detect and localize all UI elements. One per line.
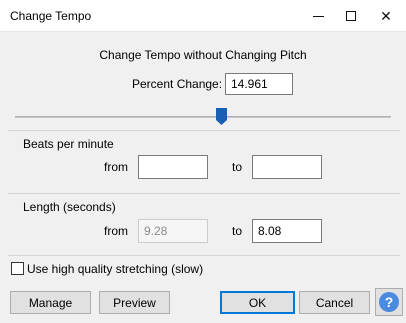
length-seconds-group: Length (seconds): [8, 193, 400, 214]
length-from-input: [138, 219, 208, 243]
length-to-label: to: [232, 224, 243, 238]
high-quality-checkbox[interactable]: [11, 262, 24, 275]
bpm-to-label: to: [232, 160, 243, 174]
window-title: Change Tempo: [10, 9, 92, 23]
help-button[interactable]: ?: [375, 288, 403, 316]
preview-button[interactable]: Preview: [99, 291, 170, 314]
tempo-slider-thumb[interactable]: [216, 108, 228, 125]
length-group-title: Length (seconds): [23, 200, 116, 214]
maximize-icon: [346, 11, 356, 21]
dialog-heading: Change Tempo without Changing Pitch: [99, 48, 307, 62]
high-quality-label[interactable]: Use high quality stretching (slow): [27, 262, 203, 276]
minimize-icon: [312, 15, 324, 17]
ok-button[interactable]: OK: [220, 291, 295, 314]
close-icon: ✕: [380, 7, 392, 24]
close-button[interactable]: ✕: [364, 0, 406, 32]
bpm-to-input[interactable]: [252, 155, 322, 179]
bpm-from-input[interactable]: [138, 155, 208, 179]
separator: [8, 255, 400, 256]
cancel-button[interactable]: Cancel: [299, 291, 370, 314]
manage-button[interactable]: Manage: [10, 291, 91, 314]
percent-change-input[interactable]: [225, 73, 293, 95]
length-to-input[interactable]: [252, 219, 322, 243]
help-icon: ?: [379, 292, 399, 312]
bpm-group-title: Beats per minute: [23, 137, 114, 151]
length-from-label: from: [104, 224, 128, 238]
bpm-from-label: from: [104, 160, 128, 174]
tempo-slider-track[interactable]: [15, 116, 391, 118]
percent-change-label: Percent Change:: [132, 77, 223, 91]
title-bar: Change Tempo ✕: [0, 0, 406, 32]
beats-per-minute-group: Beats per minute: [8, 130, 400, 151]
dialog-body: Change Tempo without Changing Pitch Perc…: [0, 32, 406, 323]
